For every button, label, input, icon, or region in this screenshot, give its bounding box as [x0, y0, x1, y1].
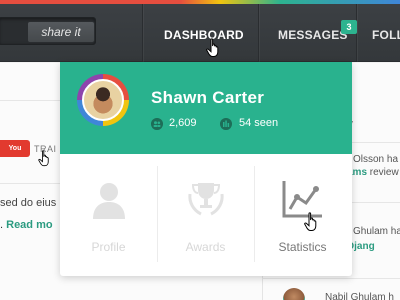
followers-icon [151, 118, 163, 130]
nav-divider [142, 4, 143, 62]
read-more-link[interactable]: Read mo [6, 219, 52, 231]
user-name[interactable]: Shawn Carter [151, 88, 264, 108]
activity-line: Ghulam ha [353, 226, 400, 237]
seen-count: 54 seen [239, 117, 279, 129]
read-more-prefix: . [0, 219, 4, 231]
dropdown-header: Shawn Carter 2,609 54 seen [60, 62, 352, 154]
avatar-photo [82, 79, 124, 121]
hand-cursor-icon [38, 150, 49, 167]
user-icon [93, 183, 125, 219]
menu-awards[interactable]: Awards [157, 154, 254, 276]
menu-statistics[interactable]: Statistics [254, 154, 351, 276]
hand-cursor-icon [304, 212, 317, 231]
menu-label: Awards [185, 240, 226, 254]
nav-divider [258, 4, 259, 62]
followers-count: 2,609 [169, 117, 197, 129]
seen-icon [220, 118, 232, 130]
messages-count-badge: 3 [341, 20, 357, 34]
share-button[interactable]: share it [27, 21, 95, 43]
row-divider [262, 278, 400, 279]
nav-follow[interactable]: FOLL [372, 28, 400, 42]
menu-label: Statistics [278, 240, 327, 254]
activity-line: Olsson ha [353, 154, 399, 165]
activity-line: Nabil Ghulam h [325, 292, 394, 300]
menu-profile[interactable]: Profile [60, 154, 157, 276]
youtube-badge-icon: You [0, 140, 30, 157]
nav-dashboard[interactable]: DASHBOARD [164, 28, 244, 42]
read-more-row: . Read mo [0, 219, 53, 231]
row-divider [0, 100, 60, 101]
activity-line: ams review [347, 167, 399, 178]
hand-cursor-icon [206, 38, 219, 57]
avatar[interactable] [77, 74, 129, 126]
post-excerpt: sed do eius [0, 197, 57, 209]
user-dropdown: Shawn Carter 2,609 54 seen Profile Award… [60, 62, 352, 276]
menu-label: Profile [91, 240, 126, 254]
nav-messages[interactable]: MESSAGES [278, 28, 348, 42]
row-divider [0, 183, 60, 184]
trophy-icon [188, 183, 224, 216]
